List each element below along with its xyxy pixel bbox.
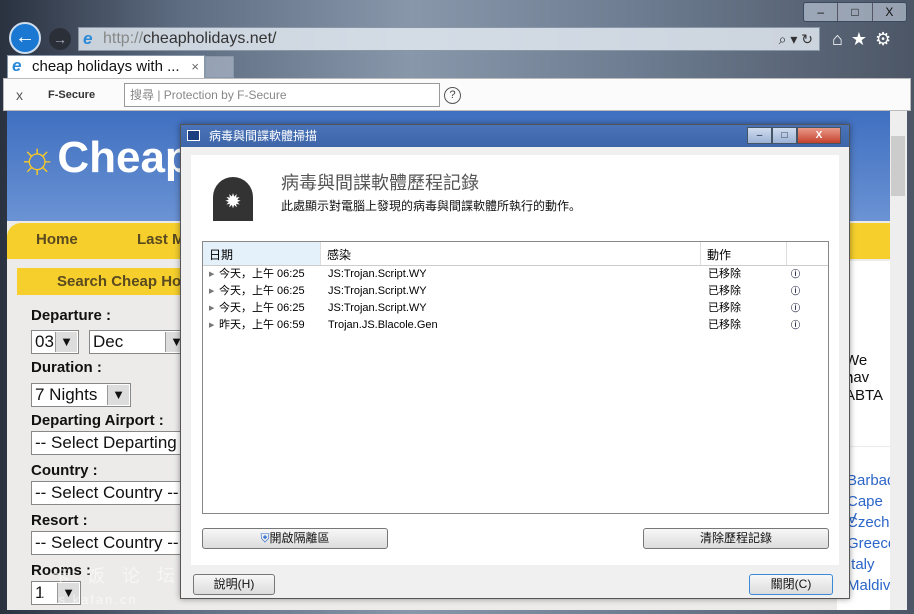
browser-tools: ⌂★⚙ xyxy=(832,29,899,50)
dialog-maximize-button[interactable]: □ xyxy=(772,127,797,144)
scroll-thumb[interactable] xyxy=(891,136,905,196)
dialog-content: ✹ 病毒與間諜軟體歷程記錄 此處顯示對電腦上發現的病毒與間諜軟體所執行的動作。 … xyxy=(191,155,839,565)
minimize-button[interactable]: – xyxy=(804,3,839,21)
table-header: 日期 感染 動作 xyxy=(203,242,828,266)
info-icon[interactable]: ⓘ xyxy=(791,283,800,300)
destination-link[interactable]: Greece xyxy=(847,535,890,552)
url-host: cheapholidays.net/ xyxy=(143,30,277,47)
resort-select[interactable]: -- Select Country -- xyxy=(31,531,191,555)
shield-icon: ⛨ xyxy=(260,531,270,545)
close-tab-icon[interactable]: × xyxy=(191,56,199,78)
search-input[interactable]: 搜尋 | Protection by F-Secure xyxy=(124,83,440,107)
virus-scan-dialog: 病毒與間諜軟體掃描 – □ X ✹ 病毒與間諜軟體歷程記錄 此處顯示對電腦上發現的病… xyxy=(180,124,850,599)
search-refresh-icons[interactable]: ⌕ ▾ ↻ xyxy=(779,28,813,50)
help-icon[interactable]: ? xyxy=(444,87,461,104)
sun-icon: ☼ xyxy=(17,133,58,182)
month-select[interactable]: Dec ▼ xyxy=(89,330,189,354)
column-infection[interactable]: 感染 xyxy=(321,242,701,265)
close-button[interactable]: X xyxy=(873,3,906,21)
dialog-minimize-button[interactable]: – xyxy=(747,127,772,144)
gear-icon[interactable]: ⚙ xyxy=(875,29,899,49)
expand-icon[interactable]: ▶ xyxy=(209,317,214,334)
info-icon[interactable]: ⓘ xyxy=(791,266,800,283)
bug-icon: ✹ xyxy=(213,177,253,221)
nav-home[interactable]: Home xyxy=(36,231,78,248)
row-infection: JS:Trojan.Script.WY xyxy=(328,285,427,297)
country-select[interactable]: -- Select Country -- xyxy=(31,481,191,505)
destination-link[interactable]: Italy xyxy=(847,556,875,573)
tab-title: cheap holidays with ... xyxy=(32,58,180,75)
forward-button[interactable]: → xyxy=(49,28,71,50)
ie-icon: e xyxy=(12,56,22,75)
fsecure-toolbar: x F-Secure 搜尋 | Protection by F-Secure ? xyxy=(3,78,911,111)
row-infection: JS:Trojan.Script.WY xyxy=(328,268,427,280)
dialog-close-button[interactable]: X xyxy=(797,127,841,144)
tab-active[interactable]: e cheap holidays with ... × xyxy=(7,55,205,78)
row-infection: JS:Trojan.Script.WY xyxy=(328,302,427,314)
dialog-description: 此處顯示對電腦上發現的病毒與間諜軟體所執行的動作。 xyxy=(281,199,582,213)
row-action: 已移除 xyxy=(708,302,741,314)
watermark: 卡 饭 论 坛 xyxy=(52,566,182,586)
close-toolbar-button[interactable]: x xyxy=(16,87,23,103)
nav-last-minute[interactable]: Last M xyxy=(137,231,185,248)
row-date: 今天，上午 06:25 xyxy=(219,268,305,280)
help-button[interactable]: 說明(H) xyxy=(193,574,275,595)
departure-label: Departure : xyxy=(31,307,112,324)
arrow-right-icon: → xyxy=(53,31,67,47)
country-label: Country : xyxy=(31,462,98,479)
expand-icon[interactable]: ▶ xyxy=(209,283,214,300)
vertical-scrollbar[interactable] xyxy=(890,111,907,610)
new-tab-button[interactable] xyxy=(205,56,234,78)
home-icon[interactable]: ⌂ xyxy=(832,29,851,49)
dialog-heading: 病毒與間諜軟體歷程記錄 xyxy=(281,173,479,193)
column-action[interactable]: 動作 xyxy=(701,242,787,265)
app-icon xyxy=(187,130,200,141)
url-scheme: http:// xyxy=(103,30,144,47)
row-action: 已移除 xyxy=(708,268,741,280)
table-row[interactable]: ▶ 今天，上午 06:25 JS:Trojan.Script.WY 已移除 ⓘ xyxy=(203,283,828,300)
info-icon[interactable]: ⓘ xyxy=(791,300,800,317)
chevron-down-icon: ▼ xyxy=(107,385,129,405)
star-icon[interactable]: ★ xyxy=(851,29,875,49)
table-row[interactable]: ▶ 昨天，上午 06:59 Trojan.JS.Blacole.Gen 已移除 ⓘ xyxy=(203,317,828,334)
dialog-title: 病毒與間諜軟體掃描 xyxy=(209,129,318,143)
dialog-titlebar: 病毒與間諜軟體掃描 – □ X xyxy=(181,125,849,147)
table-row[interactable]: ▶ 今天，上午 06:25 JS:Trojan.Script.WY 已移除 ⓘ xyxy=(203,300,828,317)
row-date: 昨天，上午 06:59 xyxy=(219,319,305,331)
row-infection: Trojan.JS.Blacole.Gen xyxy=(328,319,438,331)
airport-label: Departing Airport : xyxy=(31,412,164,429)
row-date: 今天，上午 06:25 xyxy=(219,285,305,297)
airport-select[interactable]: -- Select Departing xyxy=(31,431,191,455)
history-table: 日期 感染 動作 ▶ 今天，上午 06:25 JS:Trojan.Script.WY… xyxy=(202,241,829,514)
fsecure-logo: F-Secure xyxy=(48,89,96,101)
ie-icon: e xyxy=(83,29,93,48)
table-row[interactable]: ▶ 今天，上午 06:25 JS:Trojan.Script.WY 已移除 ⓘ xyxy=(203,266,828,283)
maximize-button[interactable]: □ xyxy=(838,3,873,21)
destination-link[interactable]: Czech xyxy=(847,514,890,531)
destination-link[interactable]: Maldiv xyxy=(847,577,890,594)
row-action: 已移除 xyxy=(708,285,741,297)
back-button[interactable]: ← xyxy=(9,22,41,54)
close-dialog-button[interactable]: 關閉(C) xyxy=(749,574,833,595)
window-controls: – □ X xyxy=(803,2,907,22)
day-select[interactable]: 03 ▼ xyxy=(31,330,79,354)
watermark-url: bbs.kafan.cn xyxy=(40,592,138,607)
destination-link[interactable]: Barbad xyxy=(847,472,890,489)
duration-label: Duration : xyxy=(31,359,102,376)
chevron-down-icon: ▼ xyxy=(55,332,77,352)
intro-text: n ABTA xyxy=(845,370,884,404)
expand-icon[interactable]: ▶ xyxy=(209,266,214,283)
resort-label: Resort : xyxy=(31,512,88,529)
address-bar[interactable]: e http://cheapholidays.net/ ⌕ ▾ ↻ xyxy=(78,27,820,51)
row-action: 已移除 xyxy=(708,319,741,331)
expand-icon[interactable]: ▶ xyxy=(209,300,214,317)
duration-select[interactable]: 7 Nights ▼ xyxy=(31,383,131,407)
info-icon[interactable]: ⓘ xyxy=(791,317,800,334)
arrow-left-icon: ← xyxy=(15,26,35,48)
column-date[interactable]: 日期 xyxy=(203,242,321,265)
row-date: 今天，上午 06:25 xyxy=(219,302,305,314)
clear-history-button[interactable]: 清除歷程記錄 xyxy=(643,528,829,549)
site-logo[interactable]: ☼Cheapl xyxy=(17,133,204,183)
open-quarantine-button[interactable]: ⛨開啟隔離區 xyxy=(202,528,388,549)
